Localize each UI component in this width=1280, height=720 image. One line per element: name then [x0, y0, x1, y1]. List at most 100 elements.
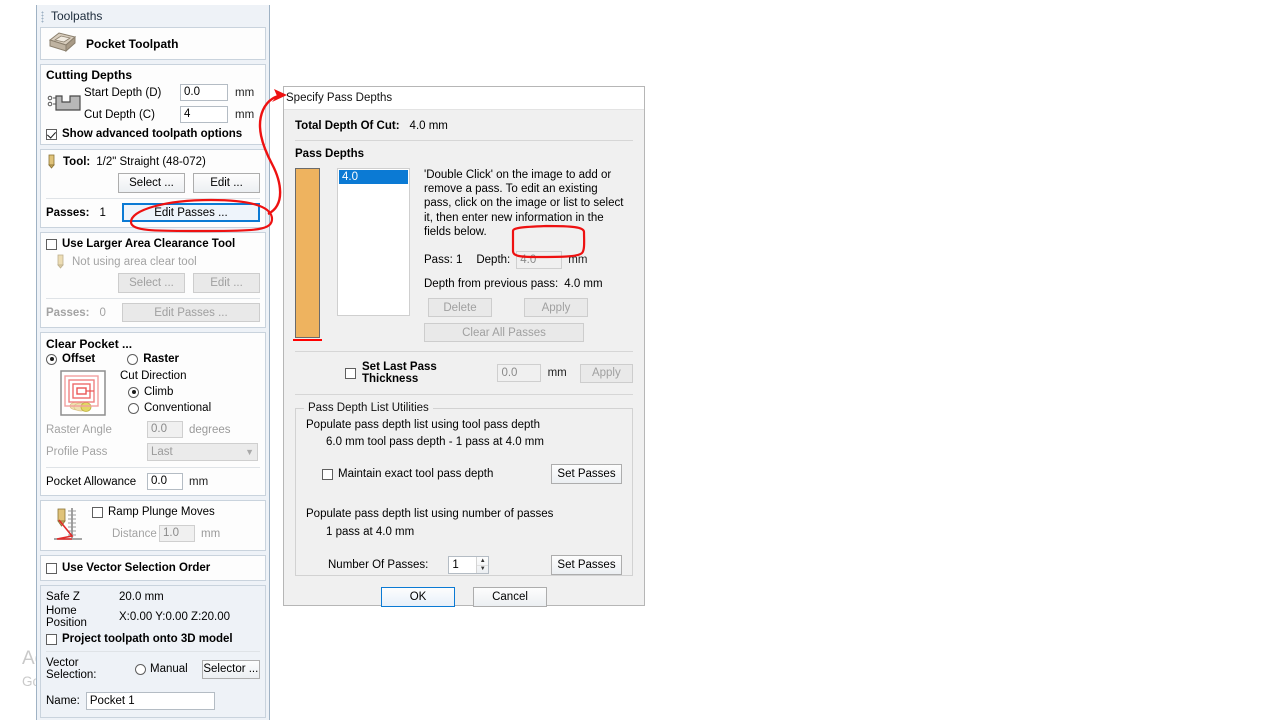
- cutting-depths-title: Cutting Depths: [46, 68, 132, 82]
- set-passes-button-number[interactable]: Set Passes: [551, 555, 622, 576]
- dialog-title-bar: Specify Pass Depths: [284, 87, 644, 110]
- cut-depth-unit: mm: [235, 108, 255, 121]
- area-clear-edit-button[interactable]: Edit ...: [193, 273, 260, 293]
- total-depth-value: 4.0 mm: [409, 120, 448, 132]
- raster-angle-unit: degrees: [189, 423, 231, 436]
- pass-depth-list-item[interactable]: 4.0: [339, 170, 408, 184]
- pass-depth-input[interactable]: 4.0: [516, 251, 563, 270]
- area-clear-select-button[interactable]: Select ...: [118, 273, 185, 293]
- climb-label: Climb: [144, 386, 174, 398]
- clear-all-passes-button[interactable]: Clear All Passes: [424, 323, 584, 343]
- start-depth-input[interactable]: 0.0: [180, 84, 228, 101]
- area-clear-edit-passes-button[interactable]: Edit Passes ...: [121, 303, 260, 322]
- vector-order-section: Use Vector Selection Order: [40, 555, 266, 581]
- depth-from-previous-label: Depth from previous pass:: [424, 278, 559, 291]
- pocket-allowance-label: Pocket Allowance: [46, 475, 137, 488]
- use-vector-selection-order-checkbox[interactable]: [46, 562, 57, 574]
- safe-z-value: 20.0 mm: [119, 591, 164, 603]
- set-last-pass-thickness-label: Set Last Pass Thickness: [362, 361, 437, 386]
- depth-from-previous-value: 4.0 mm: [564, 278, 603, 291]
- delete-pass-button[interactable]: Delete: [428, 298, 492, 318]
- apply-pass-button[interactable]: Apply: [524, 298, 588, 318]
- chevron-down-icon: ▼: [245, 447, 254, 457]
- tool-select-button[interactable]: Select ...: [118, 173, 185, 193]
- climb-radio[interactable]: [128, 386, 139, 398]
- raster-angle-label: Raster Angle: [46, 423, 112, 436]
- stepper-up-icon[interactable]: ▲: [477, 557, 489, 566]
- set-last-pass-thickness-checkbox[interactable]: [345, 367, 356, 379]
- tool-passes-label: Passes:: [46, 206, 90, 219]
- tool-value: 1/2" Straight (48-072): [96, 155, 206, 168]
- pocket-allowance-input[interactable]: 0.0: [147, 473, 183, 490]
- name-input[interactable]: Pocket 1: [85, 692, 215, 710]
- offset-label: Offset: [62, 353, 96, 365]
- depth-bar[interactable]: [295, 168, 320, 338]
- home-position-label: Home Position: [46, 605, 87, 629]
- dialog-title: Specify Pass Depths: [286, 92, 393, 104]
- profile-pass-select[interactable]: Last ▼: [147, 443, 258, 461]
- manual-radio[interactable]: [134, 663, 146, 675]
- cut-depth-input[interactable]: 4: [180, 106, 228, 123]
- profile-pass-label: Profile Pass: [46, 446, 108, 458]
- area-clear-passes-label: Passes:: [46, 306, 90, 319]
- raster-radio[interactable]: [127, 353, 139, 365]
- ramp-distance-input[interactable]: 1.0: [159, 525, 195, 542]
- clear-pocket-title: Clear Pocket ...: [46, 337, 133, 351]
- panel-drag-grip[interactable]: [41, 11, 44, 23]
- tool-section: Tool: 1/2" Straight (48-072) Select ... …: [40, 149, 266, 228]
- show-advanced-label: Show advanced toolpath options: [62, 128, 243, 140]
- ok-button[interactable]: OK: [381, 587, 455, 608]
- utilities-group-title: Pass Depth List Utilities: [304, 402, 433, 415]
- show-advanced-checkbox[interactable]: [46, 128, 57, 140]
- last-pass-apply-button[interactable]: Apply: [579, 363, 633, 383]
- ramp-plunge-checkbox[interactable]: [92, 506, 103, 518]
- cancel-button[interactable]: Cancel: [473, 587, 547, 608]
- last-pass-thickness-input[interactable]: 0.0: [497, 364, 541, 383]
- stepper-down-icon[interactable]: ▼: [477, 566, 488, 574]
- pass-depth-graphic[interactable]: [293, 168, 322, 341]
- dialog-body: Total Depth Of Cut: 4.0 mm Pass Depths 4…: [284, 120, 644, 608]
- edit-passes-button[interactable]: Edit Passes ...: [121, 203, 260, 222]
- conventional-label: Conventional: [144, 402, 212, 414]
- stepper-arrows[interactable]: ▲ ▼: [476, 557, 489, 574]
- project-toolpath-label: Project toolpath onto 3D model: [62, 633, 233, 645]
- number-of-passes-label: Number Of Passes:: [328, 559, 429, 572]
- populate-number-of-passes-label: Populate pass depth list using number of…: [306, 508, 554, 521]
- area-clearance-section: Use Larger Area Clearance Tool Not using…: [40, 232, 266, 328]
- use-area-clearance-checkbox[interactable]: [46, 238, 57, 250]
- area-clear-passes-value: 0: [99, 306, 106, 319]
- selector-button[interactable]: Selector ...: [201, 659, 260, 679]
- ramp-distance-unit: mm: [201, 527, 221, 540]
- number-of-passes-value[interactable]: 1: [449, 557, 476, 573]
- offset-pocket-preview-icon: [60, 370, 106, 416]
- pass-number-label: Pass: 1: [424, 254, 463, 267]
- ramp-plunge-label: Ramp Plunge Moves: [108, 506, 215, 518]
- pocket-allowance-unit: mm: [189, 475, 209, 488]
- raster-label: Raster: [143, 353, 180, 365]
- pass-depth-unit: mm: [568, 254, 588, 267]
- pass-depths-label: Pass Depths: [295, 148, 365, 160]
- number-of-passes-summary: 1 pass at 4.0 mm: [326, 526, 415, 539]
- pocket-toolpath-label: Pocket Toolpath: [86, 36, 179, 51]
- maintain-exact-tool-pass-depth-label: Maintain exact tool pass depth: [338, 468, 494, 481]
- maintain-exact-tool-pass-depth-checkbox[interactable]: [322, 468, 333, 480]
- tool-edit-button[interactable]: Edit ...: [193, 173, 260, 193]
- number-of-passes-stepper[interactable]: 1 ▲ ▼: [448, 556, 490, 575]
- pass-depth-list-utilities-group: Pass Depth List Utilities Populate pass …: [295, 402, 633, 577]
- last-pass-thickness-unit: mm: [547, 367, 567, 380]
- ramp-plunge-section: Ramp Plunge Moves Distance 1.0 mm: [40, 500, 266, 551]
- project-toolpath-checkbox[interactable]: [46, 633, 57, 645]
- safe-z-label: Safe Z: [46, 591, 80, 603]
- raster-angle-input[interactable]: 0.0: [147, 421, 183, 438]
- pass-depth-listbox[interactable]: 4.0: [337, 168, 410, 316]
- name-label: Name:: [46, 695, 80, 707]
- home-position-value: X:0.00 Y:0.00 Z:20.00: [119, 611, 231, 623]
- pass-depth-help-text: 'Double Click' on the image to add or re…: [424, 169, 624, 238]
- offset-radio[interactable]: [46, 353, 57, 365]
- start-depth-label: Start Depth (D): [84, 86, 162, 99]
- pocket-toolpath-header: Pocket Toolpath: [40, 27, 266, 60]
- tool-passes-value: 1: [99, 206, 106, 219]
- set-passes-button-tool[interactable]: Set Passes: [551, 464, 622, 485]
- pocket-toolpath-icon: [47, 31, 77, 57]
- conventional-radio[interactable]: [128, 402, 139, 414]
